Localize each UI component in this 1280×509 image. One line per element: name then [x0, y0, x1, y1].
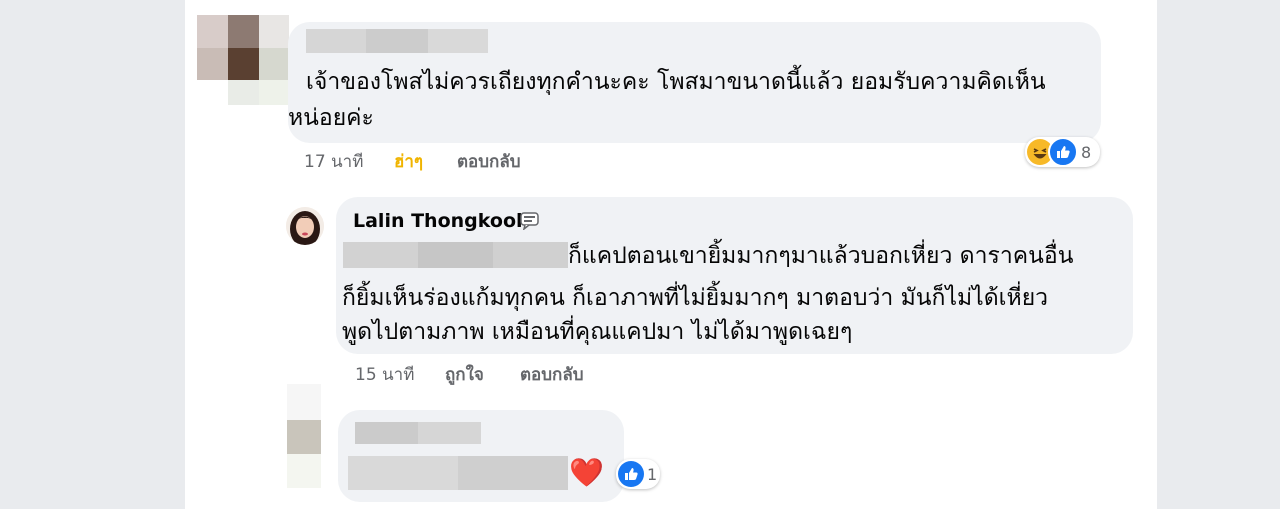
comment-text-line: พูดไปตามภาพ เหมือนที่คุณแคปมา ไม่ได้มาพู… [342, 319, 853, 345]
reaction-count: 1 [647, 464, 658, 484]
mention-blurred[interactable] [343, 240, 568, 270]
comment-timestamp[interactable]: 15 นาที [355, 361, 414, 388]
author-name[interactable]: Lalin Thongkool [353, 210, 523, 232]
avatar-blurred[interactable] [197, 15, 289, 105]
comment-text-line: ก็ยิ้มเห็นร่องแก้มทุกคน ก็เอาภาพที่ไม่ยิ… [342, 285, 1049, 311]
heart-emoji: ❤️ [569, 456, 604, 489]
reaction-count: 8 [1081, 142, 1092, 162]
reaction-summary[interactable]: 1 [616, 459, 660, 489]
like-icon [1048, 137, 1078, 167]
reply-button[interactable]: ตอบกลับ [457, 148, 521, 175]
comment-text-line: ก็แคปตอนเขายิ้มมากๆมาแล้วบอกเหี่ยว ดาราค… [568, 243, 1074, 269]
reaction-summary[interactable]: 8 [1025, 137, 1100, 167]
author-name-blurred[interactable] [355, 421, 481, 445]
comment-text-blurred [348, 456, 568, 490]
comment-timestamp[interactable]: 17 นาที [304, 148, 363, 175]
messenger-icon[interactable] [520, 212, 540, 231]
avatar[interactable] [286, 207, 324, 245]
like-icon [618, 461, 644, 487]
like-button[interactable]: ถูกใจ [445, 361, 484, 388]
comment-text-line: หน่อยค่ะ [288, 105, 374, 131]
reply-button[interactable]: ตอบกลับ [520, 361, 584, 388]
haha-reaction-button[interactable]: ฮ่าๆ [394, 148, 423, 175]
comment-text-line: เจ้าของโพสไม่ควรเถียงทุกคำนะคะ โพสมาขนาด… [306, 69, 1046, 95]
author-name-blurred[interactable] [306, 27, 488, 55]
